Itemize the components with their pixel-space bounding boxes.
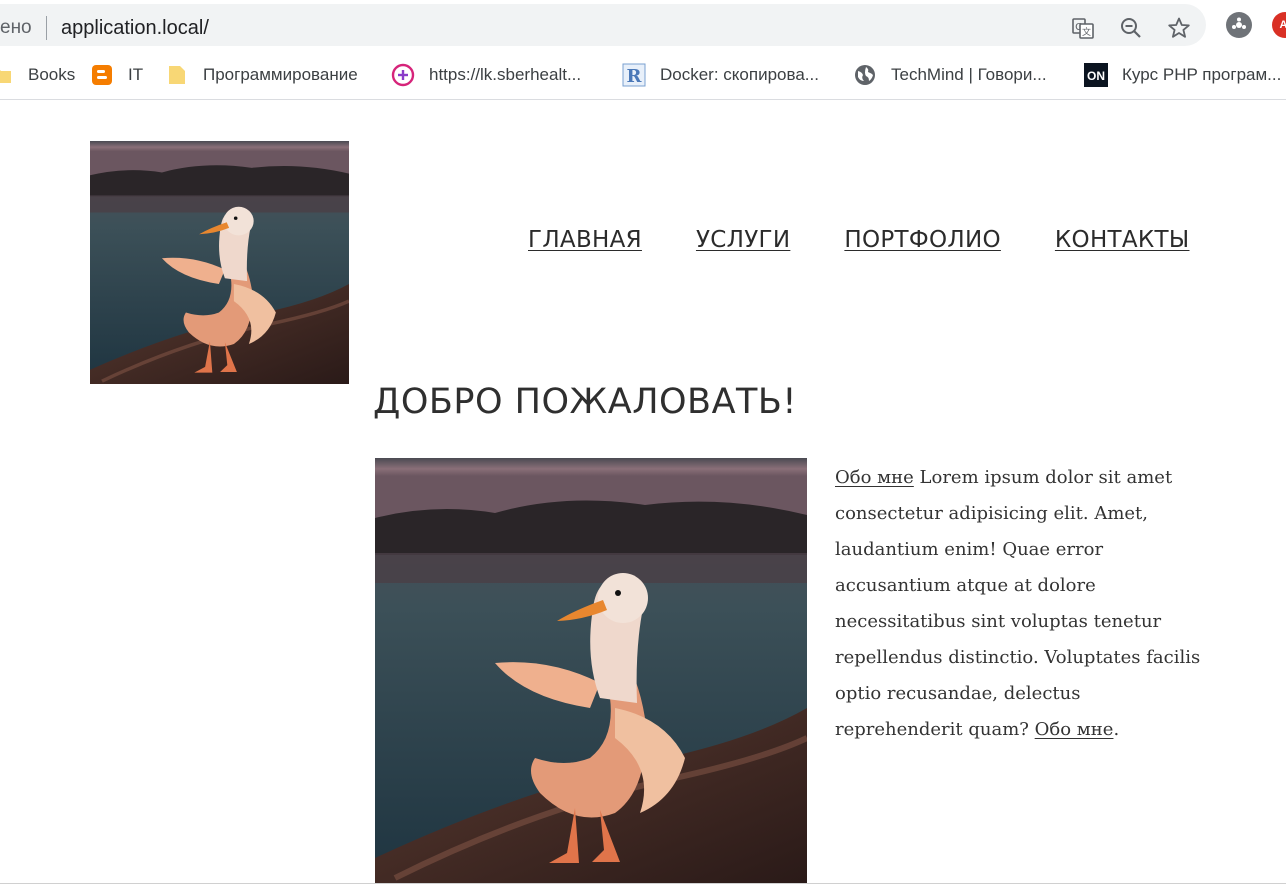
nav-contacts[interactable]: КОНТАКТЫ [1055, 227, 1190, 253]
divider [0, 883, 1286, 884]
extension-icon[interactable] [1226, 12, 1252, 38]
bookmark-docker[interactable]: R Docker: скопирова... [622, 62, 819, 88]
nav-home[interactable]: ГЛАВНАЯ [528, 227, 642, 253]
folder-icon [165, 63, 189, 87]
svg-text:R: R [627, 66, 643, 87]
blogger-icon [90, 63, 114, 87]
page-title: ДОБРО ПОЖАЛОВАТЬ! [373, 382, 797, 422]
plus-circle-icon [391, 63, 415, 87]
logo-image[interactable] [90, 141, 349, 384]
web-page: ГЛАВНАЯ УСЛУГИ ПОРТФОЛИО КОНТАКТЫ ДОБРО … [0, 101, 1286, 890]
r-icon: R [622, 63, 646, 87]
on-icon: ON [1084, 63, 1108, 87]
nav-services[interactable]: УСЛУГИ [696, 227, 790, 253]
bookmark-techmind[interactable]: TechMind | Говори... [853, 62, 1047, 88]
browser-toolbar: ено application.local/ G 文 A [0, 0, 1286, 50]
bookmarks-bar: Books IT Программирование https://lk.sbe… [0, 50, 1286, 100]
translate-icon[interactable]: G 文 [1070, 15, 1096, 41]
bookmark-sberhealth[interactable]: https://lk.sberhealt... [391, 62, 581, 88]
bookmark-label: TechMind | Говори... [891, 65, 1047, 84]
bookmark-programming[interactable]: Программирование [165, 62, 358, 88]
omnibox[interactable]: ено application.local/ G 文 [0, 4, 1206, 46]
about-link-2[interactable]: Обо мне [1035, 719, 1114, 740]
bookmark-books[interactable]: Books [0, 62, 75, 88]
folder-icon [0, 63, 14, 87]
bookmark-php-course[interactable]: ON Курс PHP програм... [1084, 62, 1281, 88]
globe-icon [853, 63, 877, 87]
security-chip-text[interactable]: ено [0, 17, 32, 39]
bookmark-it[interactable]: IT [90, 62, 143, 88]
main-nav: ГЛАВНАЯ УСЛУГИ ПОРТФОЛИО КОНТАКТЫ [528, 227, 1208, 253]
omnibox-separator [46, 16, 47, 40]
url-text[interactable]: application.local/ [61, 17, 209, 40]
svg-text:文: 文 [1082, 26, 1091, 38]
zoom-out-icon[interactable] [1118, 15, 1144, 41]
about-link-1[interactable]: Обо мне [835, 467, 914, 488]
bookmark-label: Программирование [203, 65, 358, 84]
profile-avatar-icon[interactable]: AI [1272, 12, 1286, 38]
star-icon[interactable] [1166, 15, 1192, 41]
main-image [375, 458, 807, 883]
bookmark-label: Курс PHP програм... [1122, 65, 1282, 84]
bookmark-label: Docker: скопирова... [660, 65, 819, 84]
bookmark-label: IT [128, 65, 144, 84]
svg-text:ON: ON [1087, 69, 1105, 83]
about-paragraph: Обо мне Lorem ipsum dolor sit amet conse… [835, 460, 1207, 748]
about-end: . [1113, 719, 1120, 740]
bookmark-label: https://lk.sberhealt... [429, 65, 582, 84]
bookmark-label: Books [28, 65, 76, 84]
about-text: Lorem ipsum dolor sit amet consectetur a… [835, 467, 1201, 740]
nav-portfolio[interactable]: ПОРТФОЛИО [844, 227, 1001, 253]
